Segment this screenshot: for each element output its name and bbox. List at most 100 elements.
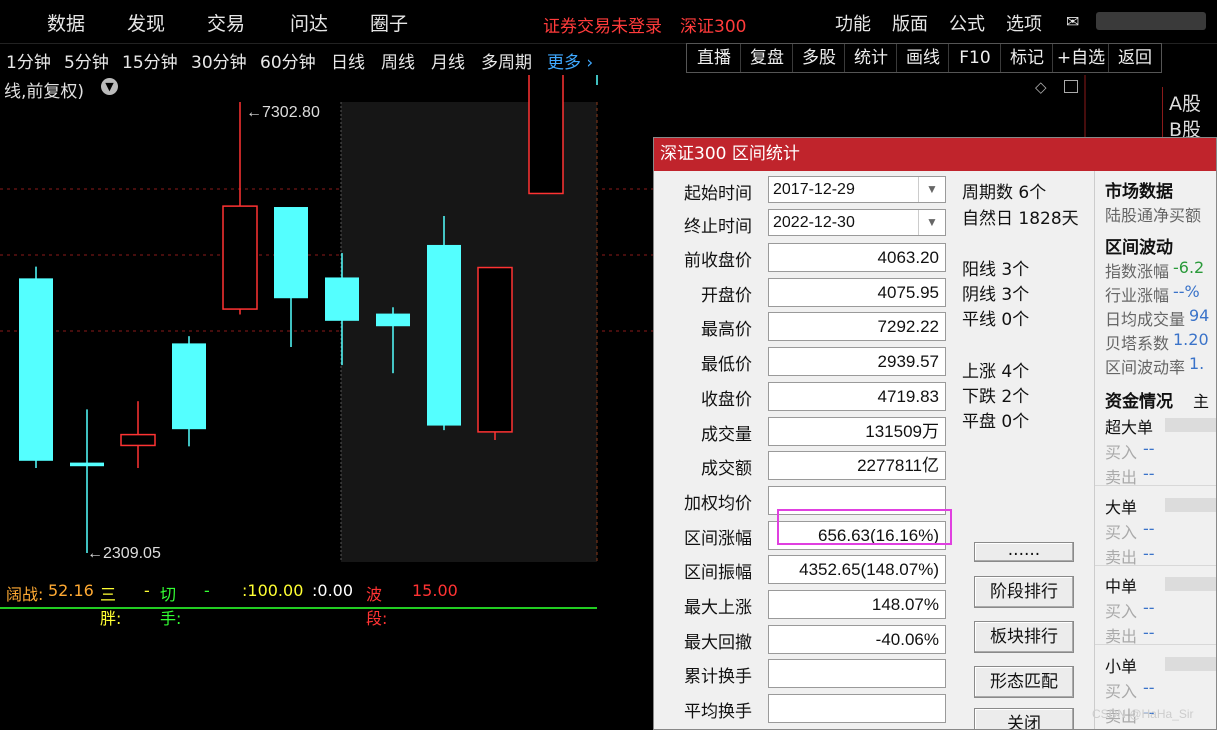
chevron-down-icon[interactable]: ▼ [918, 177, 945, 202]
candle-body [376, 313, 410, 327]
tool-live[interactable]: 直播 [688, 44, 740, 72]
tool-replay[interactable]: 复盘 [740, 44, 793, 72]
amount-field[interactable]: 2277811亿 [768, 451, 946, 481]
candle-body [274, 207, 308, 299]
interval-amplitude-field[interactable]: 4352.65(148.07%) [768, 555, 946, 585]
indicator-b-value: - [144, 581, 150, 600]
menu-options[interactable]: 选项 [1006, 10, 1042, 36]
volatility-item-value: --% [1173, 282, 1200, 301]
fund-value: -- [1143, 623, 1155, 642]
fund-separator [1095, 485, 1216, 486]
tool-add-watch[interactable]: +自选 [1052, 44, 1109, 72]
dialog-title[interactable]: 深证300 区间统计 [654, 138, 1216, 171]
period-more[interactable]: 更多 › [547, 48, 593, 73]
indicator-d-value: :100.00 [242, 581, 304, 600]
top-menu-bar: 数据 发现 交易 问达 圈子 证券交易未登录 深证300 功能 版面 公式 选项… [0, 0, 1217, 42]
fund-value: -- [1143, 598, 1155, 617]
period-week[interactable]: 周线 [381, 48, 415, 73]
tool-back[interactable]: 返回 [1108, 44, 1161, 72]
fund-group-title: 超大单 [1105, 418, 1154, 437]
menu-wenda[interactable]: 问达 [290, 9, 328, 36]
volatility-item-value: 94 [1189, 306, 1210, 325]
period-day[interactable]: 日线 [331, 48, 365, 73]
end-time-select[interactable]: 2022-12-30 ▼ [768, 209, 946, 236]
more-button[interactable]: ...... [974, 542, 1074, 562]
menu-layout[interactable]: 版面 [892, 10, 928, 36]
indicator-divider [0, 607, 597, 609]
volume-label: 成交量 [701, 424, 752, 445]
avg-turnover-field[interactable] [768, 694, 946, 724]
period-1min[interactable]: 1分钟 [6, 48, 51, 73]
interval-amplitude-label: 区间振幅 [684, 563, 752, 584]
close-field[interactable]: 4719.83 [768, 381, 946, 411]
yin-count: 阴线 3个 [962, 285, 1030, 305]
close-label: 收盘价 [701, 389, 752, 410]
chevron-down-icon[interactable]: ▼ [918, 210, 945, 235]
high-field[interactable]: 7292.22 [768, 312, 946, 342]
tool-multi-stock[interactable]: 多股 [792, 44, 845, 72]
cum-turnover-field[interactable] [768, 659, 946, 689]
amount-label: 成交额 [701, 459, 752, 480]
volume-field[interactable]: 131509万 [768, 416, 946, 446]
volatility-item-label: 指数涨幅 [1105, 262, 1170, 281]
volatility-item-label: 行业涨幅 [1105, 286, 1170, 305]
volatility-item-value: -6.2 [1173, 258, 1205, 277]
sector-rank-button[interactable]: 板块排行 [974, 621, 1074, 653]
start-time-select[interactable]: 2017-12-29 ▼ [768, 176, 946, 203]
candle-body [528, 75, 564, 195]
fund-value: -- [1143, 543, 1155, 563]
indicator-c-value: - [204, 581, 210, 600]
up-count: 上涨 4个 [962, 362, 1030, 382]
menu-formula[interactable]: 公式 [949, 10, 985, 36]
stage-rank-button[interactable]: 阶段排行 [974, 576, 1074, 608]
volatility-item-label: 日均成交量 [1105, 310, 1186, 329]
tool-f10[interactable]: F10 [948, 44, 1001, 72]
side-label-a[interactable]: A股 [1169, 89, 1201, 116]
max-rise-label: 最大上涨 [684, 598, 752, 618]
login-status[interactable]: 证券交易未登录 [543, 12, 662, 37]
fund-value: -- [1143, 439, 1155, 458]
menu-discover[interactable]: 发现 [127, 9, 165, 36]
period-multi[interactable]: 多周期 [481, 48, 532, 73]
open-field[interactable]: 4075.95 [768, 277, 946, 307]
low-field[interactable]: 2939.57 [768, 347, 946, 377]
highlight-box [777, 509, 952, 545]
indicator-f-value: 15.00 [412, 581, 458, 600]
period-count: 周期数 6个 [962, 183, 1047, 203]
flat-line-count: 平线 0个 [962, 310, 1030, 330]
prev-close-field[interactable]: 4063.20 [768, 243, 946, 272]
low-label: ←2309.05 [87, 545, 161, 562]
period-60min[interactable]: 60分钟 [260, 48, 316, 73]
indicator-b-label: 三胖: [100, 585, 122, 628]
buy-label: 买入 [1105, 681, 1138, 701]
tool-mark[interactable]: 标记 [1000, 44, 1053, 72]
menu-trade[interactable]: 交易 [207, 9, 245, 36]
funds-extra: 主 [1193, 392, 1210, 411]
fund-group-title: 中单 [1105, 577, 1138, 596]
volatility-item-label: 区间波动率 [1105, 358, 1186, 377]
interval-change-label: 区间涨幅 [684, 528, 752, 549]
candle-body [325, 277, 359, 321]
period-month[interactable]: 月线 [431, 48, 465, 73]
menu-function[interactable]: 功能 [835, 10, 871, 36]
volatility-item-label: 贝塔系数 [1105, 334, 1170, 353]
tool-stats[interactable]: 统计 [844, 44, 897, 72]
period-15min[interactable]: 15分钟 [122, 48, 178, 73]
candle-body [70, 462, 104, 467]
user-avatar-blurred[interactable] [1096, 12, 1206, 30]
tool-draw[interactable]: 画线 [896, 44, 949, 72]
candle-body [120, 433, 156, 447]
mail-icon[interactable]: ✉ [1066, 12, 1079, 31]
cum-turnover-label: 累计换手 [684, 667, 752, 688]
period-5min[interactable]: 5分钟 [64, 48, 109, 73]
max-drawdown-field[interactable]: -40.06% [768, 624, 946, 654]
period-30min[interactable]: 30分钟 [191, 48, 247, 73]
fund-group-bar [1165, 656, 1216, 671]
menu-circle[interactable]: 圈子 [370, 9, 408, 36]
pattern-match-button[interactable]: 形态匹配 [974, 666, 1074, 698]
close-button[interactable]: 关闭 [974, 708, 1074, 729]
yang-count: 阳线 3个 [962, 260, 1030, 280]
volatility-item-value: 1.20 [1173, 330, 1209, 349]
menu-data[interactable]: 数据 [47, 9, 85, 36]
max-rise-field[interactable]: 148.07% [768, 590, 946, 619]
